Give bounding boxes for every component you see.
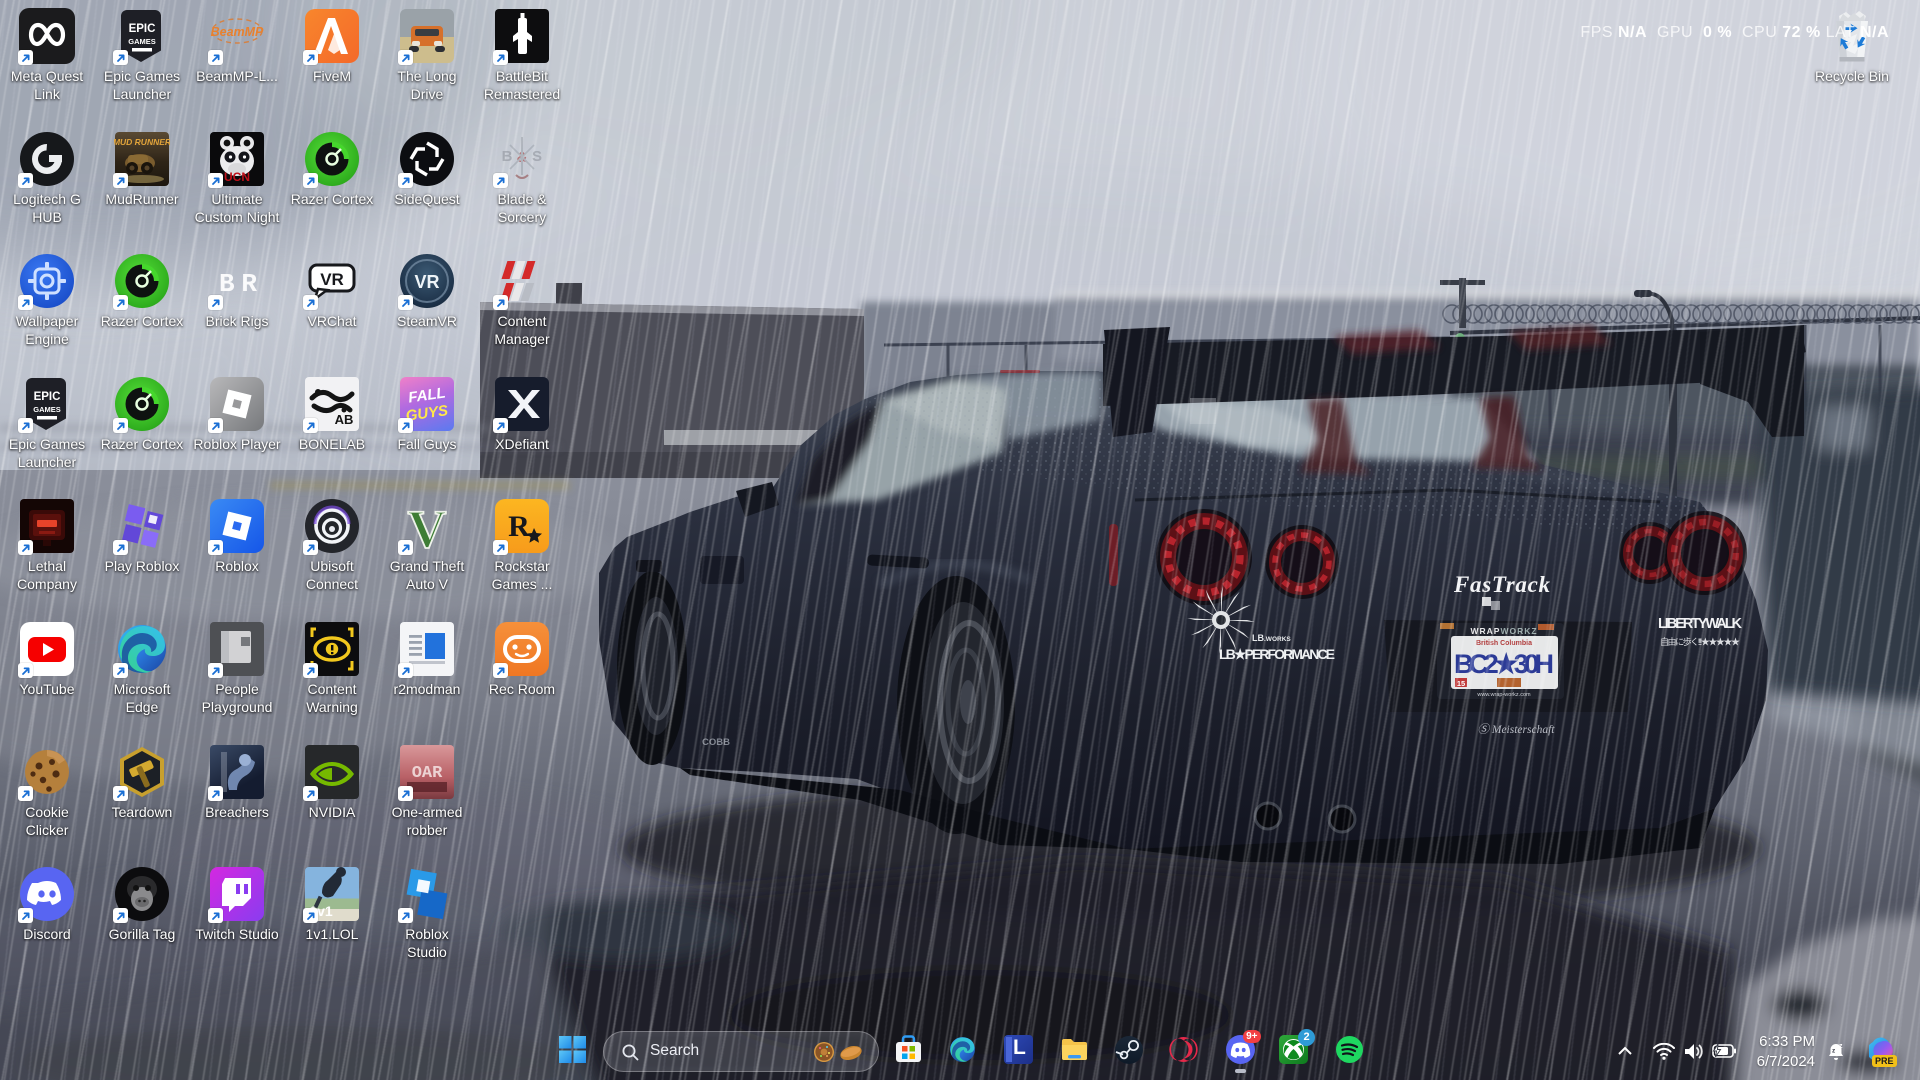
svg-text:15: 15 bbox=[1457, 679, 1465, 688]
svg-text:LB★PERFORMANCE: LB★PERFORMANCE bbox=[1219, 646, 1335, 662]
svg-text:BC2★30H: BC2★30H bbox=[1454, 649, 1554, 679]
svg-text:AB: AB bbox=[335, 412, 354, 427]
svg-text:S: S bbox=[532, 148, 542, 165]
svg-text:COBB: COBB bbox=[702, 737, 730, 748]
svg-text:Ⓢ Meisterschaft: Ⓢ Meisterschaft bbox=[1478, 723, 1556, 736]
svg-text:GAMES: GAMES bbox=[33, 405, 61, 414]
svg-text:MUD RUNNER: MUD RUNNER bbox=[114, 137, 170, 147]
svg-text:R: R bbox=[508, 510, 530, 543]
svg-text:British Columbia: British Columbia bbox=[1476, 640, 1532, 647]
svg-text:VR: VR bbox=[320, 270, 344, 289]
svg-text:V: V bbox=[408, 499, 447, 554]
svg-text:LIBERTYWALK: LIBERTYWALK bbox=[1658, 616, 1743, 632]
svg-text:BeamMP: BeamMP bbox=[211, 25, 264, 39]
svg-text:EPIC: EPIC bbox=[34, 391, 61, 403]
svg-text:EPIC: EPIC bbox=[129, 23, 156, 35]
svg-text:自由に歩く!!!★★★★★: 自由に歩く!!!★★★★★ bbox=[1660, 636, 1740, 647]
svg-text:B: B bbox=[502, 148, 513, 165]
svg-text:BR: BR bbox=[219, 269, 257, 299]
svg-text:GAMES: GAMES bbox=[128, 37, 156, 46]
svg-text:FasTrack: FasTrack bbox=[1453, 572, 1551, 597]
svg-text:UCN: UCN bbox=[224, 170, 250, 184]
svg-text:VR: VR bbox=[414, 272, 439, 292]
svg-text:WRAPWORKZ: WRAPWORKZ bbox=[1470, 626, 1537, 636]
svg-text:OAR: OAR bbox=[412, 764, 443, 783]
svg-text:www.wrap-workz.com: www.wrap-workz.com bbox=[1476, 692, 1531, 698]
